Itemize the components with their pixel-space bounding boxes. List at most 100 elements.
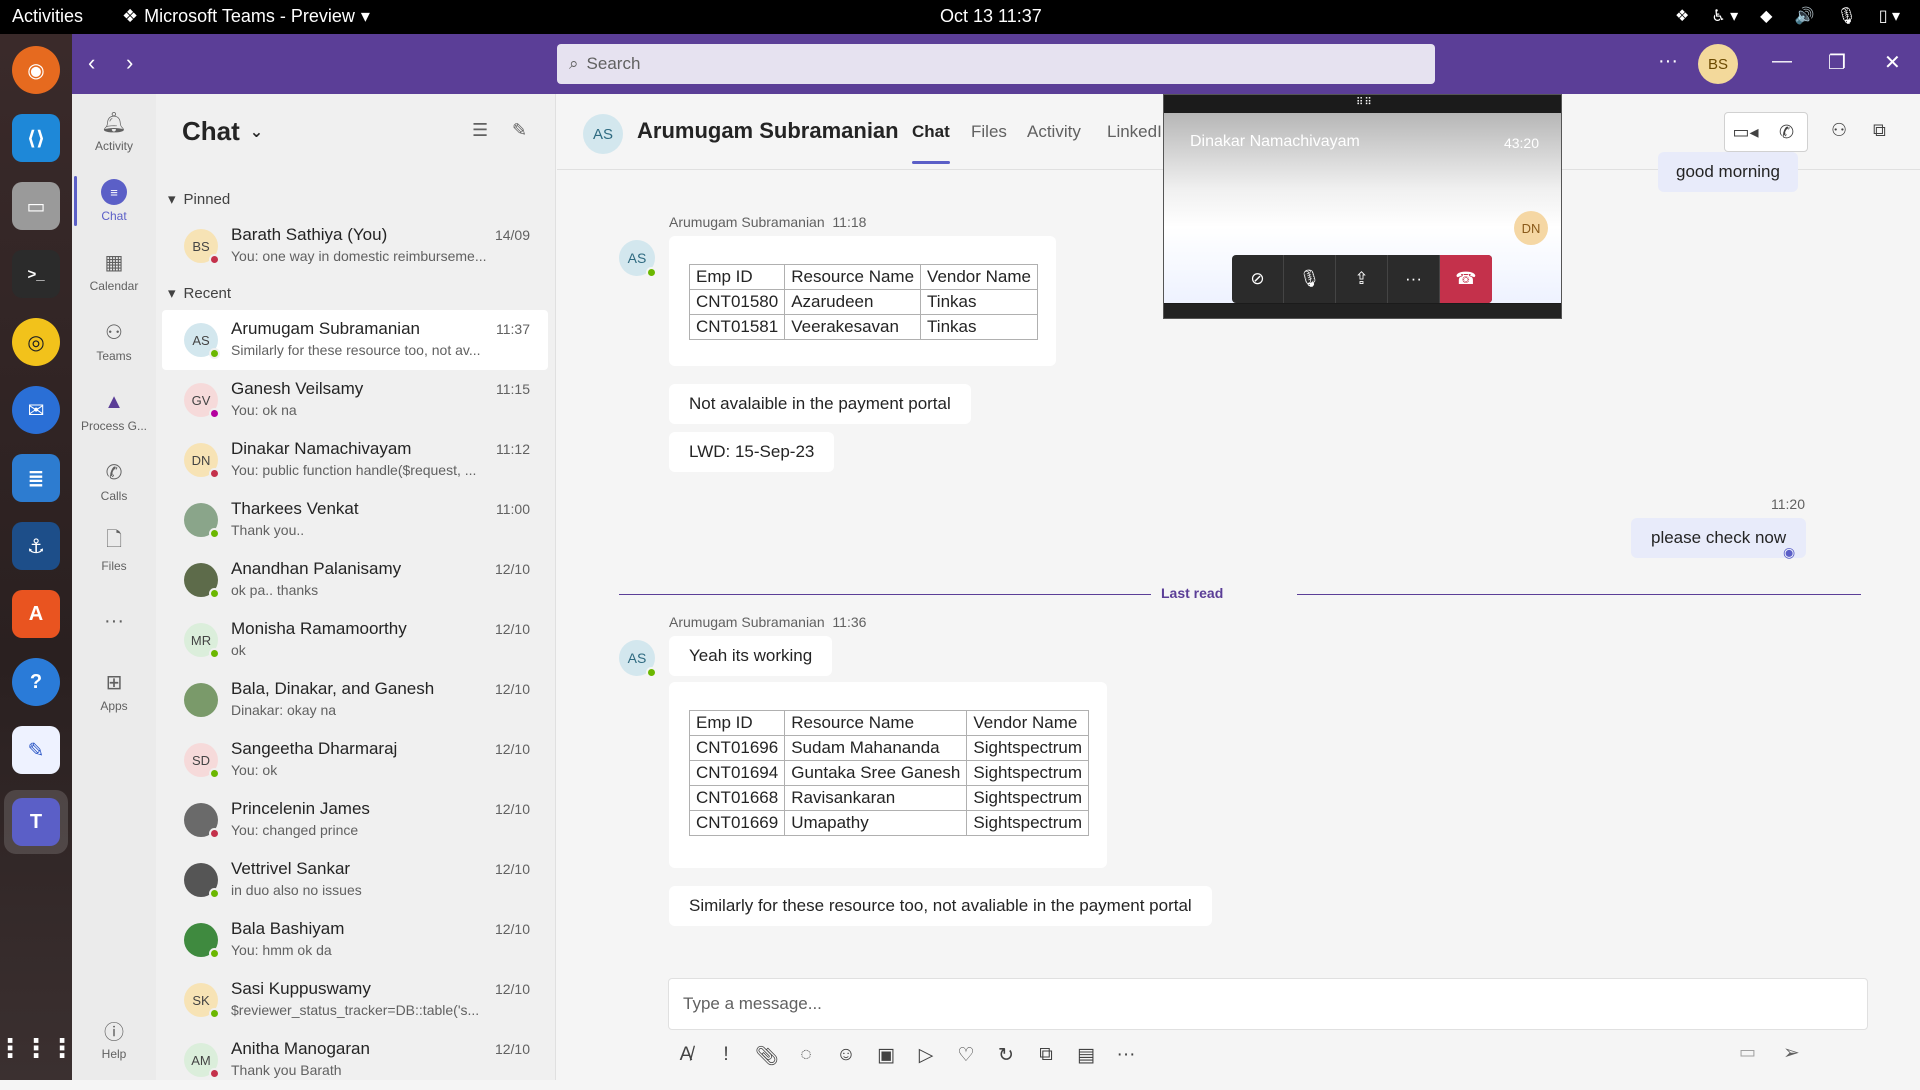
attach-icon[interactable]: 📎︎	[755, 1044, 779, 1068]
rail-apps[interactable]: ⊞ Apps	[72, 660, 156, 722]
show-apps-grid-icon[interactable]: ⋮⋮⋮	[0, 1024, 75, 1072]
battery-icon[interactable]: ▯ ▾	[1879, 6, 1900, 26]
contact-avatar[interactable]: AS	[583, 114, 623, 154]
add-people-icon[interactable]: ⚇	[1831, 120, 1847, 141]
contact-name[interactable]: Arumugam Subramanian	[637, 118, 899, 144]
message-bubble-table[interactable]: Emp ID Resource Name Vendor Name CNT01580 Az…	[669, 236, 1056, 366]
gif-icon[interactable]: ▣	[875, 1044, 897, 1068]
teams-dock-icon[interactable]: T	[12, 798, 60, 846]
my-message-bubble[interactable]: good morning	[1658, 152, 1798, 192]
restore-icon[interactable]: ❐	[1828, 50, 1846, 75]
tab-chat[interactable]: Chat	[912, 122, 950, 164]
rail-more[interactable]: ···	[72, 590, 156, 652]
message-bubble[interactable]: LWD: 15-Sep-23	[669, 432, 835, 472]
rail-process[interactable]: ▲ Process G...	[72, 380, 156, 442]
approvals-icon[interactable]: ▤	[1075, 1044, 1097, 1068]
emoji-icon[interactable]: ☺	[835, 1044, 857, 1068]
tab-files[interactable]: Files	[971, 122, 1007, 142]
message-bubble[interactable]: Not avalaible in the payment portal	[669, 384, 971, 424]
pop-out-icon[interactable]: ⧉	[1873, 120, 1886, 141]
search-input[interactable]: ⌕ Search	[557, 44, 1435, 84]
rail-calendar[interactable]: ▦ Calendar	[72, 240, 156, 302]
video-clip-icon[interactable]: ▭	[1739, 1042, 1756, 1063]
praise-icon[interactable]: ♡	[955, 1044, 977, 1068]
chat-list-item[interactable]: SD Sangeetha Dharmaraj 12/10 You: ok	[162, 730, 548, 790]
firefox-icon[interactable]: ◉	[12, 46, 60, 94]
hang-up-icon[interactable]: ☎	[1440, 255, 1492, 303]
call-mini-window[interactable]: ⠿⠿ Dinakar Namachivayam 43:20 DN ⊘ 🎙︎ ⇪ …	[1163, 94, 1562, 319]
chat-list-item[interactable]: Princelenin James 12/10 You: changed pri…	[162, 790, 548, 850]
rhythmbox-icon[interactable]: ◎	[12, 318, 60, 366]
rail-activity[interactable]: 🔔︎ Activity	[72, 100, 156, 162]
system-tray[interactable]: ❖ ♿ ▾ ◆ 🔊 🎙 ▯ ▾	[1675, 6, 1900, 26]
rail-calls[interactable]: ✆ Calls	[72, 450, 156, 512]
terminal-icon[interactable]: >_	[12, 250, 60, 298]
close-icon[interactable]: ✕	[1884, 50, 1901, 75]
more-options-icon[interactable]: ···	[1658, 50, 1678, 73]
chat-list-item[interactable]: MR Monisha Ramamoorthy 12/10 ok	[162, 610, 548, 670]
pinned-section[interactable]: ▾ Pinned	[168, 190, 230, 209]
loop-icon[interactable]: ◌	[795, 1044, 817, 1068]
schedule-icon[interactable]: ↻	[995, 1044, 1017, 1068]
sticker-icon[interactable]: ▷	[915, 1044, 937, 1068]
rail-help[interactable]: ⓘ Help	[72, 1008, 156, 1070]
profile-avatar[interactable]: BS	[1698, 44, 1738, 84]
rail-files[interactable]: 🗋 Files	[72, 520, 156, 582]
send-icon[interactable]: ➢	[1783, 1040, 1800, 1065]
chat-list-item[interactable]: GV Ganesh Veilsamy 11:15 You: ok na	[162, 370, 548, 430]
chat-list-item[interactable]: BS Barath Sathiya (You) 14/09 You: one w…	[162, 216, 548, 276]
app-menu[interactable]: ❖ Microsoft Teams - Preview ▾	[122, 6, 370, 27]
activities-button[interactable]: Activities	[12, 6, 83, 27]
teams-tray-icon[interactable]: ❖	[1675, 6, 1689, 26]
more-options-icon[interactable]: ···	[1388, 255, 1440, 303]
chat-list-item[interactable]: Bala, Dinakar, and Ganesh 12/10 Dinakar:…	[162, 670, 548, 730]
system-clock[interactable]: Oct 13 11:37	[940, 6, 1042, 27]
forward-arrow-icon[interactable]: ›	[126, 50, 133, 76]
thunderbird-icon[interactable]: ✉	[12, 386, 60, 434]
sender-avatar[interactable]: AS	[619, 240, 657, 278]
important-icon[interactable]: !	[715, 1044, 737, 1068]
chat-list-item[interactable]: Vettrivel Sankar 12/10 in duo also no is…	[162, 850, 548, 910]
rail-teams[interactable]: ⚇ Teams	[72, 310, 156, 372]
files-icon[interactable]: ▭	[12, 182, 60, 230]
sender-avatar[interactable]: AS	[619, 640, 657, 678]
recent-section[interactable]: ▾ Recent	[168, 284, 231, 303]
my-message-bubble[interactable]: please check now	[1631, 518, 1807, 558]
message-bubble[interactable]: Similarly for these resource too, not av…	[669, 886, 1212, 926]
chat-list-item[interactable]: AM Anitha Manogaran 12/10 Thank you Bara…	[162, 1030, 548, 1090]
microphone-icon[interactable]: 🎙︎	[1284, 255, 1336, 303]
stream-icon[interactable]: ⧉	[1035, 1044, 1057, 1068]
mysql-workbench-icon[interactable]: ⚓	[12, 522, 60, 570]
text-editor-icon[interactable]: ✎	[12, 726, 60, 774]
chat-list-item[interactable]: SK Sasi Kuppuswamy 12/10 $reviewer_statu…	[162, 970, 548, 1030]
new-chat-icon[interactable]: ✎	[512, 120, 527, 141]
wifi-icon[interactable]: ◆	[1760, 6, 1772, 26]
ubuntu-software-icon[interactable]: A	[12, 590, 60, 638]
libreoffice-writer-icon[interactable]: ≣	[12, 454, 60, 502]
chat-list-item[interactable]: DN Dinakar Namachivayam 11:12 You: publi…	[162, 430, 548, 490]
format-icon[interactable]: A̸	[675, 1044, 697, 1068]
message-bubble[interactable]: Yeah its working	[669, 636, 833, 676]
back-arrow-icon[interactable]: ‹	[88, 50, 95, 76]
chat-list-item[interactable]: Anandhan Palanisamy 12/10 ok pa.. thanks	[162, 550, 548, 610]
drag-grip-icon[interactable]: ⠿⠿	[1356, 97, 1373, 108]
video-call-icon[interactable]: ▭◂	[1725, 113, 1766, 151]
audio-call-icon[interactable]: ✆	[1766, 113, 1807, 151]
microphone-icon[interactable]: 🎙	[1836, 6, 1856, 26]
chat-list-title[interactable]: Chat ⌄	[182, 116, 263, 147]
help-app-icon[interactable]: ?	[12, 658, 60, 706]
vscode-icon[interactable]: ⟨⟩	[12, 114, 60, 162]
more-actions-icon[interactable]: ···	[1115, 1044, 1137, 1068]
camera-off-icon[interactable]: ⊘	[1232, 255, 1284, 303]
tab-linkedin[interactable]: LinkedI	[1107, 122, 1162, 142]
accessibility-icon[interactable]: ♿ ▾	[1711, 6, 1738, 26]
chat-list-item[interactable]: AS Arumugam Subramanian 11:37 Similarly …	[162, 310, 548, 370]
share-screen-icon[interactable]: ⇪	[1336, 255, 1388, 303]
message-bubble-table[interactable]: Emp ID Resource Name Vendor Name CNT01696 Su…	[669, 682, 1108, 868]
minimize-icon[interactable]: —	[1772, 50, 1792, 73]
chat-list-item[interactable]: Tharkees Venkat 11:00 Thank you..	[162, 490, 548, 550]
volume-icon[interactable]: 🔊	[1794, 6, 1814, 26]
tab-activity[interactable]: Activity	[1027, 122, 1081, 142]
rail-chat[interactable]: ≡ Chat	[72, 170, 156, 232]
filter-icon[interactable]: ☰	[472, 120, 488, 141]
